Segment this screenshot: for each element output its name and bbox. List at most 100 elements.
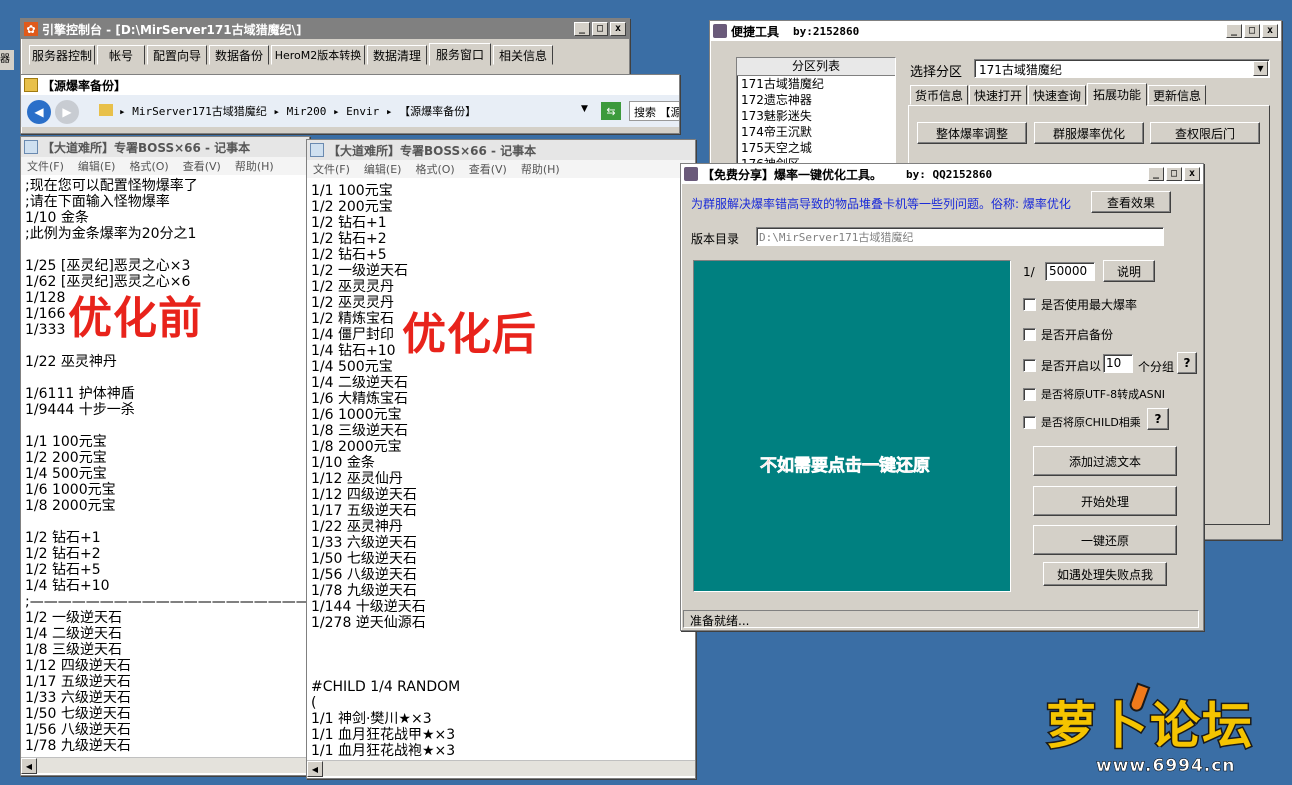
forward-icon[interactable]: ▶ [55, 100, 79, 124]
child-help-button[interactable]: ? [1147, 408, 1169, 430]
group-checkbox[interactable]: 是否开启以 [1023, 357, 1101, 374]
region-list-item[interactable]: 175天空之城 [737, 140, 895, 156]
region-list-item[interactable]: 174帝王沉默 [737, 124, 895, 140]
close-button[interactable]: x [1184, 167, 1200, 181]
check-backdoor-button[interactable]: 查权限后门 [1150, 122, 1260, 144]
checkbox-box[interactable] [1023, 415, 1036, 429]
minimize-button[interactable]: _ [574, 22, 590, 36]
menu-format[interactable]: 格式(O) [415, 161, 454, 177]
menu-format[interactable]: 格式(O) [129, 158, 168, 174]
search-input[interactable]: 搜索 【源爆率 [629, 101, 679, 121]
minimize-button[interactable]: _ [1226, 24, 1242, 38]
notepad-after-titlebar[interactable]: 【大道难所】专署BOSS×66 - 记事本 [307, 140, 695, 160]
menu-file[interactable]: 文件(F) [27, 158, 64, 174]
start-process-button[interactable]: 开始处理 [1033, 486, 1177, 516]
menu-help[interactable]: 帮助(H) [235, 158, 274, 174]
text-line: 1/2 一级逆天石 [25, 610, 122, 626]
maximize-button[interactable]: □ [1166, 167, 1182, 181]
dropdown-chevron-icon[interactable]: ▼ [581, 104, 588, 114]
back-icon[interactable]: ◀ [27, 100, 51, 124]
notepad-after-text[interactable]: 1/1 100元宝 1/2 200元宝 1/2 钻石+1 1/2 钻石+2 1/2 钻石… [309, 182, 689, 758]
engine-tab[interactable]: HeroM2版本转换 [271, 45, 365, 65]
text-line: 1/12 四级逆天石 [311, 487, 417, 503]
status-text: 准备就绪... [690, 614, 750, 628]
engine-tab[interactable]: 数据清理 [367, 45, 427, 65]
menu-edit[interactable]: 编辑(E) [78, 158, 116, 174]
notepad-before-menubar: 文件(F) 编辑(E) 格式(O) 查看(V) 帮助(H) [21, 157, 309, 175]
engine-tab[interactable]: 帐号 [97, 45, 145, 65]
group-help-button[interactable]: ? [1177, 352, 1197, 374]
preview-panel: 不如需要点击一键还原 [693, 260, 1011, 592]
overall-rate-adjust-button[interactable]: 整体爆率调整 [917, 122, 1027, 144]
quick-tool-titlebar[interactable]: 便捷工具 by:2152860 _ □ x [710, 21, 1281, 41]
one-click-restore-button[interactable]: 一键还原 [1033, 525, 1177, 555]
region-list-item[interactable]: 171古域猎魔纪 [737, 76, 895, 92]
child-multiply-checkbox[interactable]: 是否将原CHILD相乘 [1023, 414, 1141, 430]
max-rate-checkbox[interactable]: 是否使用最大爆率 [1023, 296, 1137, 313]
menu-file[interactable]: 文件(F) [313, 161, 350, 177]
view-effect-button[interactable]: 查看效果 [1091, 191, 1171, 213]
menu-help[interactable]: 帮助(H) [521, 161, 560, 177]
close-button[interactable]: x [1262, 24, 1278, 38]
engine-tab[interactable]: 服务器控制 [29, 45, 95, 65]
scroll-left-icon[interactable]: ◀ [307, 761, 323, 777]
text-line: 1/56 八级逆天石 [25, 722, 131, 738]
explorer-titlebar[interactable]: 【源爆率备份】 [21, 75, 679, 95]
failure-help-button[interactable]: 如遇处理失败点我 [1043, 562, 1167, 586]
utf8-checkbox[interactable]: 是否将原UTF-8转成ASNI [1023, 386, 1165, 402]
refresh-icon[interactable]: ⇆ [601, 102, 621, 120]
logo-text: 萝卜论坛 [1045, 696, 1254, 757]
text-line: 1/1 血月狂花战甲★×3 [311, 727, 456, 743]
text-line: 1/4 500元宝 [25, 466, 107, 482]
maximize-button[interactable]: □ [592, 22, 608, 36]
checkbox-box[interactable] [1023, 298, 1036, 311]
quick-tool-tab[interactable]: 快速查询 [1028, 85, 1086, 105]
checkbox-box[interactable] [1023, 359, 1036, 372]
optimizer-titlebar[interactable]: 【免费分享】爆率一键优化工具。 by: QQ2152860 _ □ x [681, 164, 1203, 184]
text-line: 1/33 六级逆天石 [311, 535, 417, 551]
region-list[interactable]: 分区列表 171古域猎魔纪 172遗忘神器 173魅影迷失 174帝王沉默 175天空之… [736, 57, 896, 177]
engine-console-titlebar[interactable]: ✿ 引擎控制台 - [D:\MirServer171古域猎魔纪\] _ □ x [21, 19, 629, 39]
ratio-input[interactable]: 50000 [1045, 262, 1095, 281]
menu-edit[interactable]: 编辑(E) [364, 161, 402, 177]
minimize-button[interactable]: _ [1148, 167, 1164, 181]
version-dir-label: 版本目录 [691, 232, 740, 246]
engine-tab[interactable]: 服务窗口 [429, 43, 491, 66]
checkbox-box[interactable] [1023, 328, 1036, 341]
menu-view[interactable]: 查看(V) [183, 158, 221, 174]
region-list-item[interactable]: 172遗忘神器 [737, 92, 895, 108]
ratio-value: 50000 [1049, 264, 1088, 278]
horizontal-scrollbar[interactable]: ◀ [21, 757, 309, 774]
quick-tool-tab[interactable]: 拓展功能 [1087, 83, 1147, 106]
scroll-left-icon[interactable]: ◀ [21, 758, 37, 774]
author-label: by: QQ2152860 [906, 167, 993, 181]
select-region-label: 选择分区 [910, 65, 963, 80]
explain-button[interactable]: 说明 [1103, 260, 1155, 282]
group-rate-optimize-button[interactable]: 群服爆率优化 [1034, 122, 1144, 144]
quick-tool-tab[interactable]: 更新信息 [1148, 85, 1206, 105]
group-count-input[interactable]: 10 [1103, 354, 1133, 373]
add-filter-button[interactable]: 添加过滤文本 [1033, 446, 1177, 476]
text-line: 1/78 九级逆天石 [25, 738, 131, 754]
chevron-down-icon[interactable]: ▼ [1253, 61, 1268, 76]
text-line: 1/56 八级逆天石 [311, 567, 417, 583]
quick-tool-tab[interactable]: 快速打开 [969, 85, 1027, 105]
horizontal-scrollbar[interactable]: ◀ [307, 760, 695, 777]
notepad-before-text[interactable]: ;现在您可以配置怪物爆率了 ;请在下面输入怪物爆率 1/10 金条 ;此例为金条爆率为… [23, 177, 306, 755]
quick-tool-tab[interactable]: 货币信息 [910, 85, 968, 105]
engine-tab[interactable]: 相关信息 [493, 45, 553, 65]
checkbox-box[interactable] [1023, 387, 1036, 401]
region-list-item[interactable]: 173魅影迷失 [737, 108, 895, 124]
version-dir-input[interactable]: D:\MirServer171古域猎魔纪 [756, 227, 1164, 246]
region-select[interactable]: 171古域猎魔纪 ▼ [974, 59, 1270, 78]
notepad-before-titlebar[interactable]: 【大道难所】专署BOSS×66 - 记事本 [21, 137, 309, 157]
window-title: 【大道难所】专署BOSS×66 - 记事本 [42, 140, 251, 155]
group-count-value: 10 [1106, 356, 1122, 370]
close-button[interactable]: x [610, 22, 626, 36]
menu-view[interactable]: 查看(V) [469, 161, 507, 177]
engine-tab[interactable]: 数据备份 [209, 45, 269, 65]
address-bar[interactable]: ▸ MirServer171古域猎魔纪 ▸ Mir200 ▸ Envir ▸ 【… [119, 103, 589, 121]
maximize-button[interactable]: □ [1244, 24, 1260, 38]
engine-tab[interactable]: 配置向导 [147, 45, 207, 65]
backup-checkbox[interactable]: 是否开启备份 [1023, 326, 1113, 343]
